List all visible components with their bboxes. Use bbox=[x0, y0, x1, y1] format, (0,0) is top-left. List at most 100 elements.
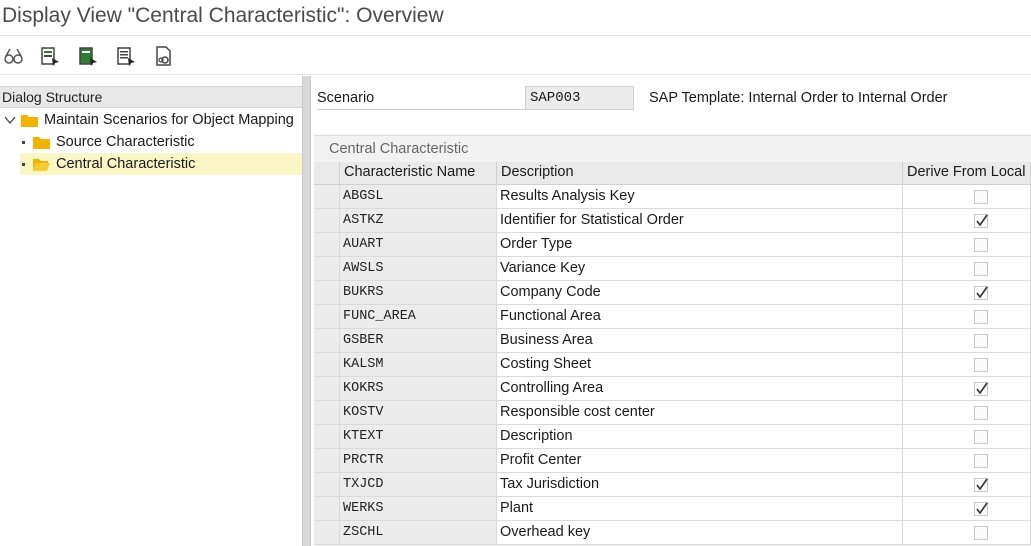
row-selector[interactable] bbox=[314, 377, 340, 401]
column-header-description[interactable]: Description bbox=[497, 162, 903, 185]
row-selector[interactable] bbox=[314, 233, 340, 257]
table-row[interactable]: FUNC_AREA Functional Area bbox=[314, 305, 1031, 329]
description-cell: Plant bbox=[497, 497, 903, 521]
description-cell: Overhead key bbox=[497, 521, 903, 545]
select-all-header[interactable] bbox=[314, 162, 340, 185]
row-selector[interactable] bbox=[314, 473, 340, 497]
derive-from-local-checkbox[interactable] bbox=[974, 238, 988, 252]
derive-from-local-checkbox[interactable] bbox=[974, 334, 988, 348]
row-selector[interactable] bbox=[314, 521, 340, 545]
table-row[interactable]: KOSTV Responsible cost center bbox=[314, 401, 1031, 425]
tree-node-label: Maintain Scenarios for Object Mapping bbox=[44, 112, 294, 128]
row-selector[interactable] bbox=[314, 449, 340, 473]
toolbar bbox=[0, 37, 1031, 75]
row-selector[interactable] bbox=[314, 425, 340, 449]
row-selector[interactable] bbox=[314, 497, 340, 521]
derive-from-local-cell bbox=[903, 497, 1031, 521]
row-selector[interactable] bbox=[314, 305, 340, 329]
chevron-down-icon[interactable] bbox=[3, 113, 17, 127]
table-row[interactable]: KALSM Costing Sheet bbox=[314, 353, 1031, 377]
table-row[interactable]: TXJCD Tax Jurisdiction bbox=[314, 473, 1031, 497]
dialog-structure-panel: Dialog Structure Maintain Scenarios for … bbox=[0, 76, 302, 546]
scenario-field[interactable]: SAP003 bbox=[525, 86, 634, 110]
characteristic-name-cell: BUKRS bbox=[340, 281, 497, 305]
table-select-icon[interactable] bbox=[37, 43, 63, 69]
characteristic-name-cell: KOKRS bbox=[340, 377, 497, 401]
column-header-characteristic-name[interactable]: Characteristic Name bbox=[340, 162, 497, 185]
derive-from-local-cell bbox=[903, 281, 1031, 305]
row-selector[interactable] bbox=[314, 257, 340, 281]
tree-node-central-characteristic[interactable]: Central Characteristic bbox=[20, 153, 302, 175]
row-selector[interactable] bbox=[314, 185, 340, 209]
table-row[interactable]: AUART Order Type bbox=[314, 233, 1031, 257]
row-selector[interactable] bbox=[314, 401, 340, 425]
table-row[interactable]: AWSLS Variance Key bbox=[314, 257, 1031, 281]
table-select-all-icon[interactable] bbox=[75, 43, 101, 69]
characteristic-name-cell: ZSCHL bbox=[340, 521, 497, 545]
derive-from-local-checkbox[interactable] bbox=[974, 406, 988, 420]
bullet-icon bbox=[22, 162, 25, 166]
description-cell: Identifier for Statistical Order bbox=[497, 209, 903, 233]
derive-from-local-checkbox[interactable] bbox=[974, 262, 988, 276]
column-header-derive-from-local[interactable]: Derive From Local bbox=[903, 162, 1031, 185]
row-selector[interactable] bbox=[314, 281, 340, 305]
derive-from-local-checkbox[interactable] bbox=[974, 502, 988, 516]
derive-from-local-checkbox[interactable] bbox=[974, 430, 988, 444]
table-row[interactable]: PRCTR Profit Center bbox=[314, 449, 1031, 473]
characteristic-name-cell: TXJCD bbox=[340, 473, 497, 497]
table-row[interactable]: GSBER Business Area bbox=[314, 329, 1031, 353]
derive-from-local-checkbox[interactable] bbox=[974, 526, 988, 540]
derive-from-local-checkbox[interactable] bbox=[974, 310, 988, 324]
derive-from-local-cell bbox=[903, 233, 1031, 257]
table-row[interactable]: KTEXT Description bbox=[314, 425, 1031, 449]
table-row[interactable]: BUKRS Company Code bbox=[314, 281, 1031, 305]
row-selector[interactable] bbox=[314, 329, 340, 353]
derive-from-local-checkbox[interactable] bbox=[974, 190, 988, 204]
derive-from-local-cell bbox=[903, 257, 1031, 281]
derive-from-local-checkbox[interactable] bbox=[974, 454, 988, 468]
tree-node-label: Source Characteristic bbox=[56, 134, 195, 150]
derive-from-local-checkbox[interactable] bbox=[974, 358, 988, 372]
checkmark-icon bbox=[976, 214, 988, 227]
characteristic-name-cell: AUART bbox=[340, 233, 497, 257]
description-cell: Results Analysis Key bbox=[497, 185, 903, 209]
derive-from-local-cell bbox=[903, 185, 1031, 209]
characteristic-name-cell: GSBER bbox=[340, 329, 497, 353]
derive-from-local-checkbox[interactable] bbox=[974, 478, 988, 492]
table-row[interactable]: ZSCHL Overhead key bbox=[314, 521, 1031, 545]
dialog-structure-title: Dialog Structure bbox=[2, 89, 103, 105]
derive-from-local-cell bbox=[903, 209, 1031, 233]
scenario-label: Scenario bbox=[317, 90, 375, 106]
table-row[interactable]: WERKS Plant bbox=[314, 497, 1031, 521]
glasses-icon[interactable] bbox=[1, 43, 27, 69]
derive-from-local-checkbox[interactable] bbox=[974, 382, 988, 396]
characteristic-name-cell: WERKS bbox=[340, 497, 497, 521]
tree-node-root[interactable]: Maintain Scenarios for Object Mapping bbox=[3, 109, 294, 131]
derive-from-local-checkbox[interactable] bbox=[974, 214, 988, 228]
table-deselect-icon[interactable] bbox=[113, 43, 139, 69]
table-row[interactable]: ASTKZ Identifier for Statistical Order bbox=[314, 209, 1031, 233]
table-row[interactable]: KOKRS Controlling Area bbox=[314, 377, 1031, 401]
derive-from-local-cell bbox=[903, 377, 1031, 401]
document-print-icon[interactable] bbox=[151, 43, 177, 69]
description-cell: Controlling Area bbox=[497, 377, 903, 401]
derive-from-local-cell bbox=[903, 329, 1031, 353]
folder-icon bbox=[33, 136, 50, 149]
derive-from-local-cell bbox=[903, 353, 1031, 377]
row-selector[interactable] bbox=[314, 353, 340, 377]
scenario-underline bbox=[317, 109, 527, 110]
table-row[interactable]: ABGSL Results Analysis Key bbox=[314, 185, 1031, 209]
derive-from-local-checkbox[interactable] bbox=[974, 286, 988, 300]
tree-node-label: Central Characteristic bbox=[56, 156, 196, 172]
characteristic-name-cell: KALSM bbox=[340, 353, 497, 377]
derive-from-local-cell bbox=[903, 473, 1031, 497]
derive-from-local-cell bbox=[903, 521, 1031, 545]
description-cell: Variance Key bbox=[497, 257, 903, 281]
panel-splitter[interactable] bbox=[302, 76, 311, 546]
folder-icon bbox=[21, 114, 38, 127]
description-cell: Description bbox=[497, 425, 903, 449]
characteristic-name-cell: FUNC_AREA bbox=[340, 305, 497, 329]
tree-node-source-characteristic[interactable]: Source Characteristic bbox=[20, 131, 302, 153]
row-selector[interactable] bbox=[314, 209, 340, 233]
description-cell: Company Code bbox=[497, 281, 903, 305]
